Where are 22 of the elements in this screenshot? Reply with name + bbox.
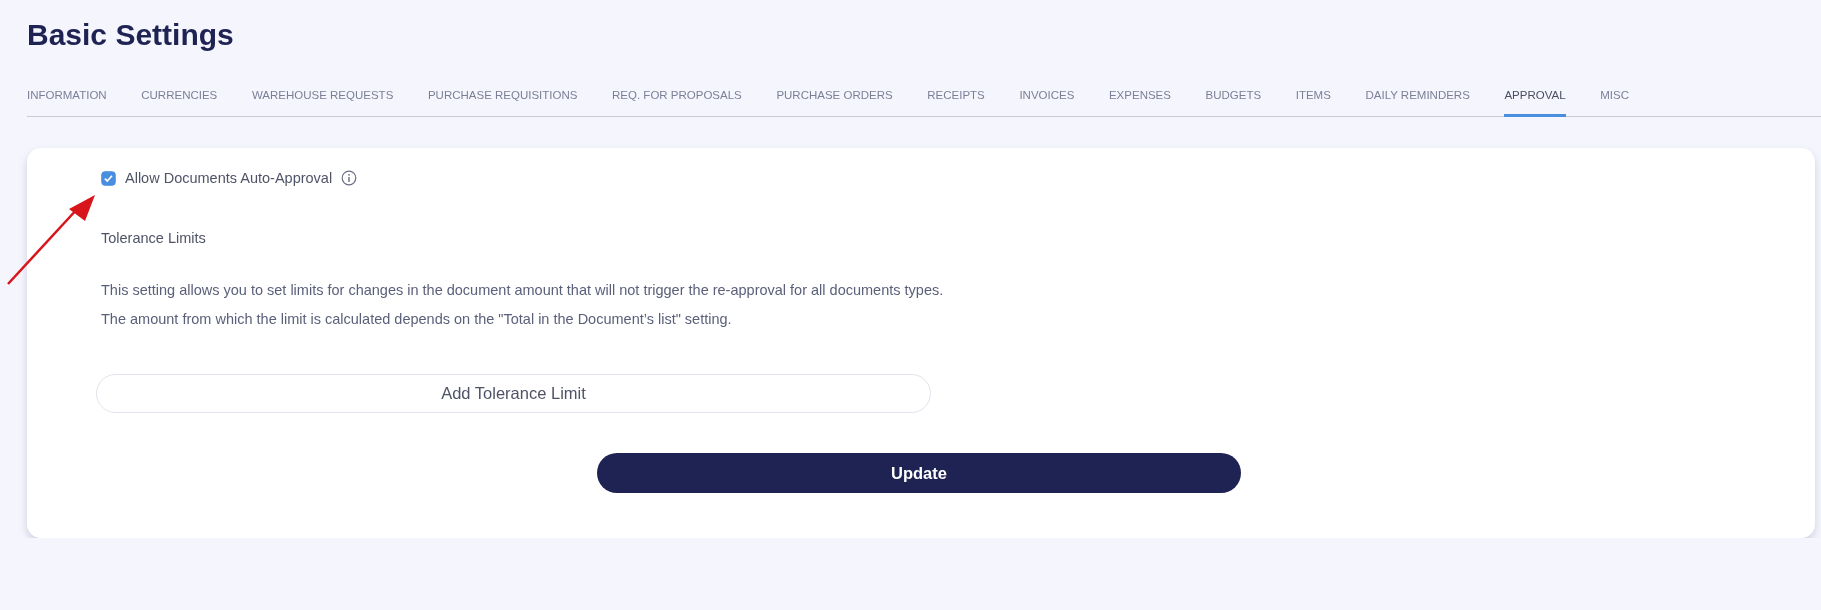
section-title: Tolerance Limits (101, 230, 207, 246)
tab[interactable]: CURRENCIES (141, 72, 218, 117)
tab[interactable]: APPROVAL (1504, 72, 1566, 117)
update-button[interactable]: Update (597, 453, 1241, 493)
checkbox-label: Allow Documents Auto-Approval (125, 170, 333, 186)
tab[interactable]: PURCHASE ORDERS (776, 72, 893, 117)
description-text: This setting allows you to set limits for changes in the document amount that will not trigger the re-approval for all documents types. (101, 281, 945, 300)
tab[interactable]: RECEIPTS (927, 72, 985, 117)
description-text: The amount from which the limit is calculated depends on the "Total in the Document’s list" setting. (101, 310, 733, 329)
info-icon[interactable] (341, 170, 358, 186)
tab[interactable]: EXPENSES (1108, 72, 1171, 117)
tab[interactable]: MISC (1600, 72, 1629, 117)
tab[interactable]: INFORMATION (27, 72, 107, 117)
tab[interactable]: DAILY REMINDERS (1365, 72, 1470, 117)
tab[interactable]: PURCHASE REQUISITIONS (427, 72, 578, 117)
page-title: Basic Settings (27, 18, 235, 52)
tab[interactable]: BUDGETS (1205, 72, 1262, 117)
tab[interactable]: INVOICES (1019, 72, 1075, 117)
tab[interactable]: ITEMS (1295, 72, 1331, 117)
tab[interactable]: WAREHOUSE REQUESTS (251, 72, 394, 117)
tab[interactable]: REQ. FOR PROPOSALS (612, 72, 742, 117)
checkbox[interactable] (101, 170, 116, 186)
